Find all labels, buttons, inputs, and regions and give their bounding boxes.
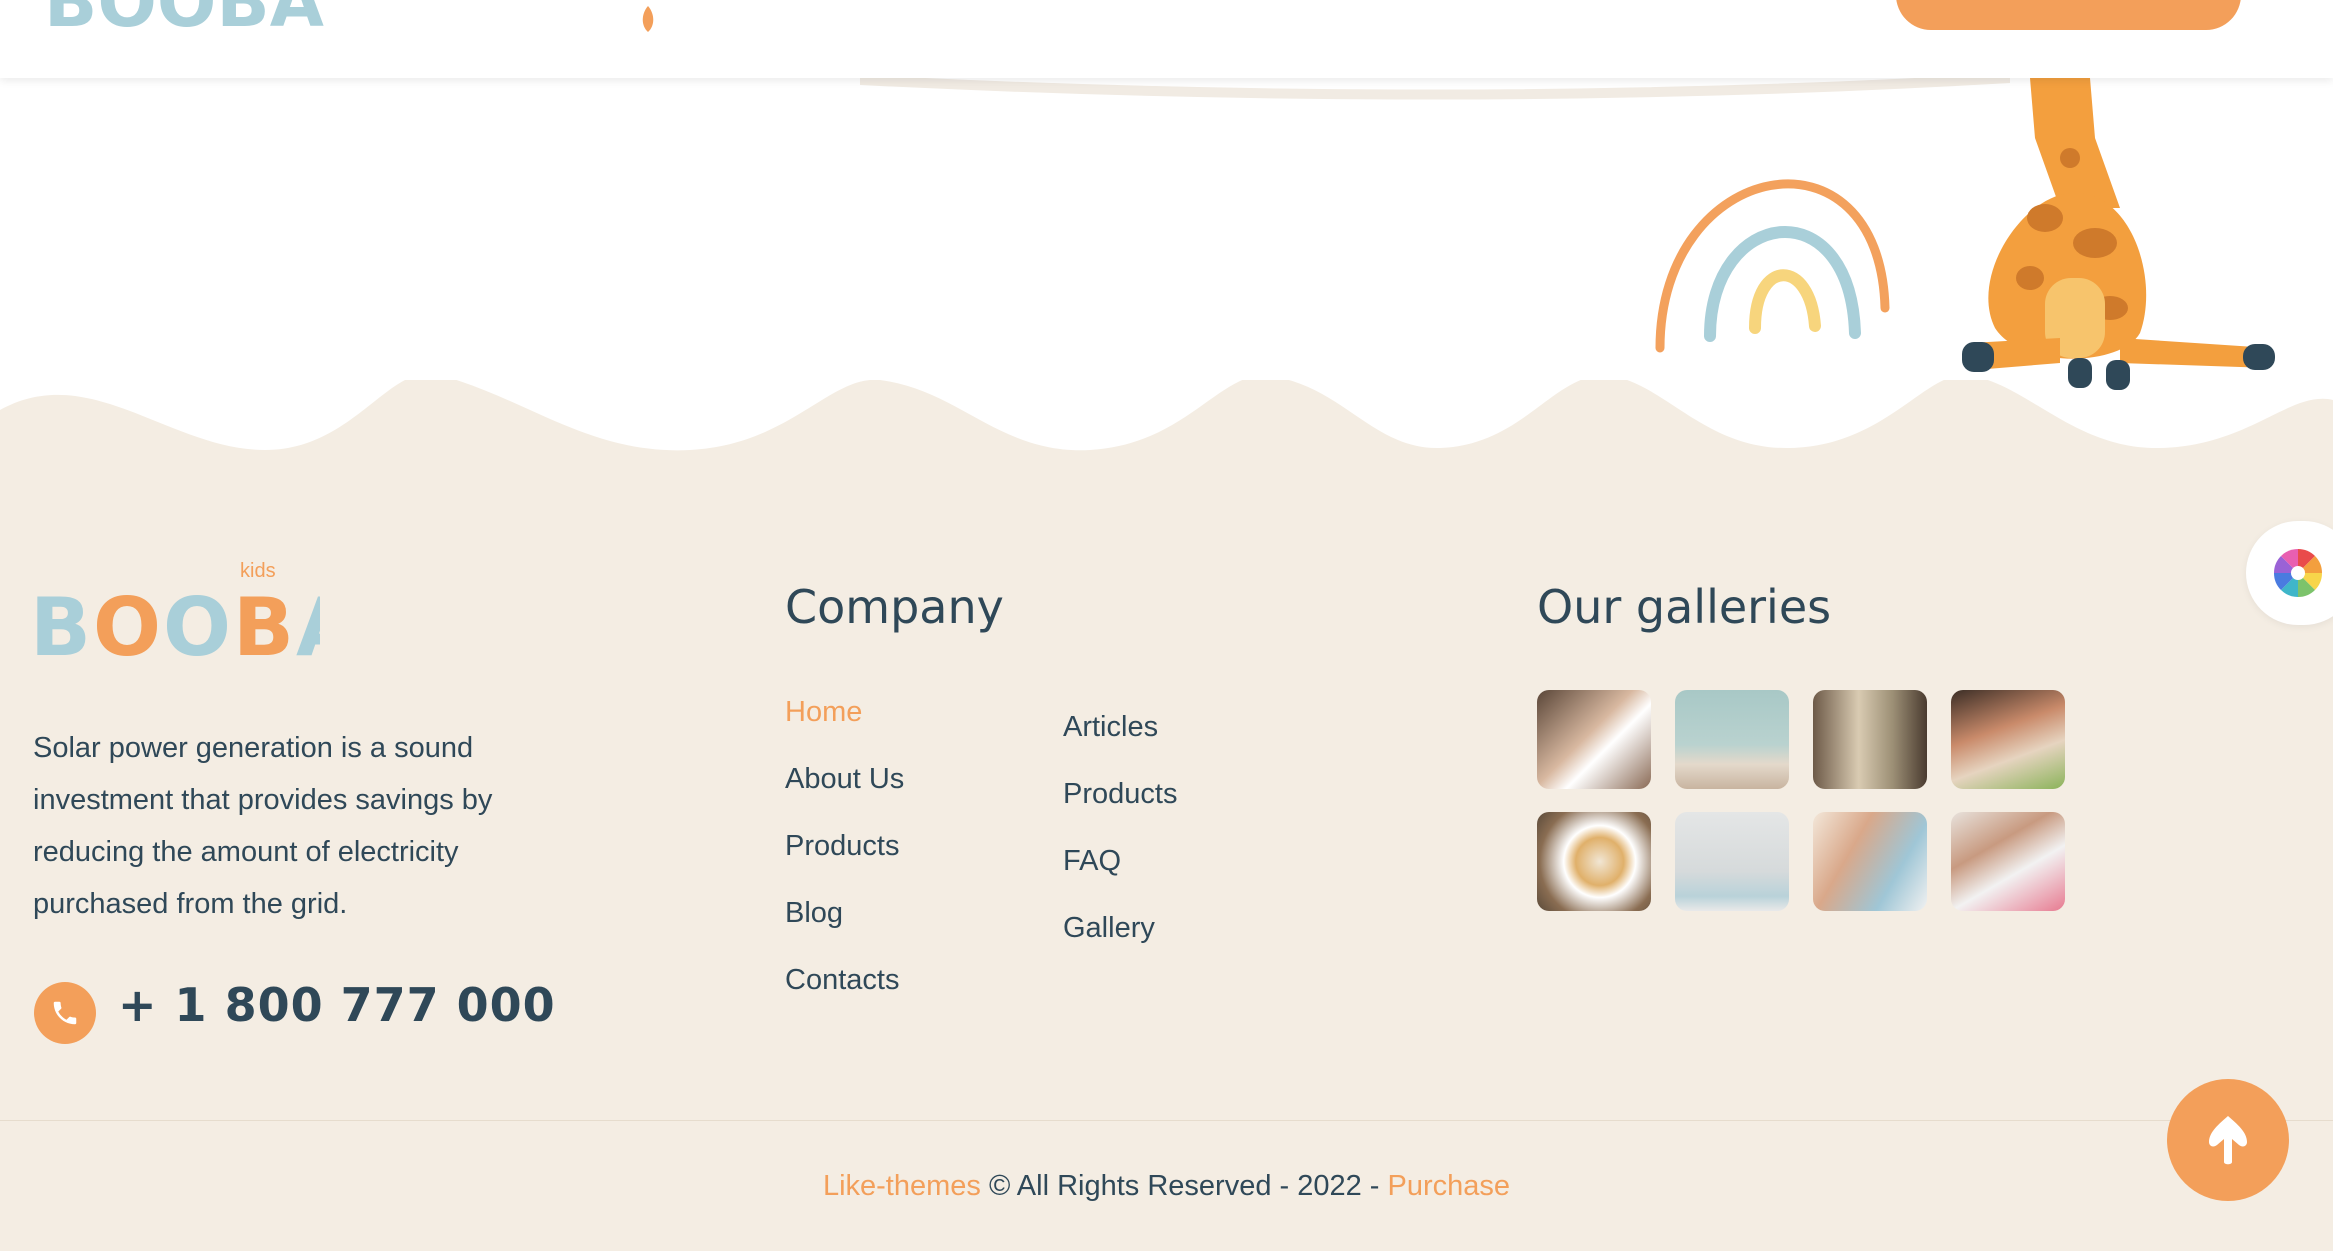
scroll-to-top-button[interactable] — [2167, 1079, 2289, 1201]
copyright-bar: Like-themes © All Rights Reserved - 2022… — [0, 1170, 2333, 1203]
footer-link-home[interactable]: Home — [785, 696, 862, 729]
gallery-thumb-kids-crafting[interactable] — [1951, 812, 2065, 911]
phone-icon — [34, 982, 96, 1044]
gallery-thumb-pancakes[interactable] — [1537, 812, 1651, 911]
footer-phone-number[interactable]: + 1 800 777 000 — [118, 978, 556, 1032]
about-line: reducing the amount of electricity — [33, 836, 459, 868]
footer-about-text: Solar power generation is a sound invest… — [33, 722, 553, 930]
footer-link-contacts[interactable]: Contacts — [785, 964, 899, 997]
about-line: purchased from the grid. — [33, 888, 348, 920]
gallery-thumb-kids-reading[interactable] — [1537, 690, 1651, 789]
footer-link-faq[interactable]: FAQ — [1063, 845, 1121, 878]
gallery-thumb-toddler-toy[interactable] — [1813, 690, 1927, 789]
leaf-icon — [642, 6, 654, 32]
footer-link-articles[interactable]: Articles — [1063, 711, 1158, 744]
purchase-link[interactable]: Purchase — [1388, 1170, 1511, 1202]
arrow-up-icon — [2209, 1116, 2247, 1165]
svg-text:BOOBA: BOOBA — [30, 581, 320, 665]
footer-link-about-us[interactable]: About Us — [785, 763, 904, 796]
brand-link[interactable]: Like-themes — [823, 1170, 981, 1202]
site-header: BOOBA — [0, 0, 2333, 78]
header-cta-button[interactable] — [1896, 0, 2241, 30]
footer-link-products[interactable]: Products — [785, 830, 899, 863]
svg-text:BOOBA: BOOBA — [44, 0, 324, 34]
giraffe-rainbow-illustration — [1655, 78, 2275, 390]
header-logo[interactable]: BOOBA — [40, 0, 330, 34]
copyright-text: © All Rights Reserved - 2022 - — [988, 1170, 1380, 1202]
footer-link-blog[interactable]: Blog — [785, 897, 843, 930]
svg-text:kids: kids — [240, 560, 276, 582]
gallery-thumb-kids-playing[interactable] — [1951, 690, 2065, 789]
galleries-heading: Our galleries — [1537, 580, 1832, 634]
footer-link-products-2[interactable]: Products — [1063, 778, 1177, 811]
gallery-thumb-smiling-child[interactable] — [1813, 812, 1927, 911]
company-heading: Company — [785, 580, 1004, 634]
about-line: Solar power generation is a sound — [33, 732, 474, 764]
footer-link-gallery[interactable]: Gallery — [1063, 912, 1155, 945]
footer-logo[interactable]: BOOBA kids — [30, 555, 320, 665]
footer-divider — [0, 1120, 2333, 1121]
gallery-thumb-nursery-room[interactable] — [1675, 690, 1789, 789]
color-wheel-icon — [2274, 548, 2322, 598]
gallery-thumb-toy-room[interactable] — [1675, 812, 1789, 911]
about-line: investment that provides savings by — [33, 784, 493, 816]
